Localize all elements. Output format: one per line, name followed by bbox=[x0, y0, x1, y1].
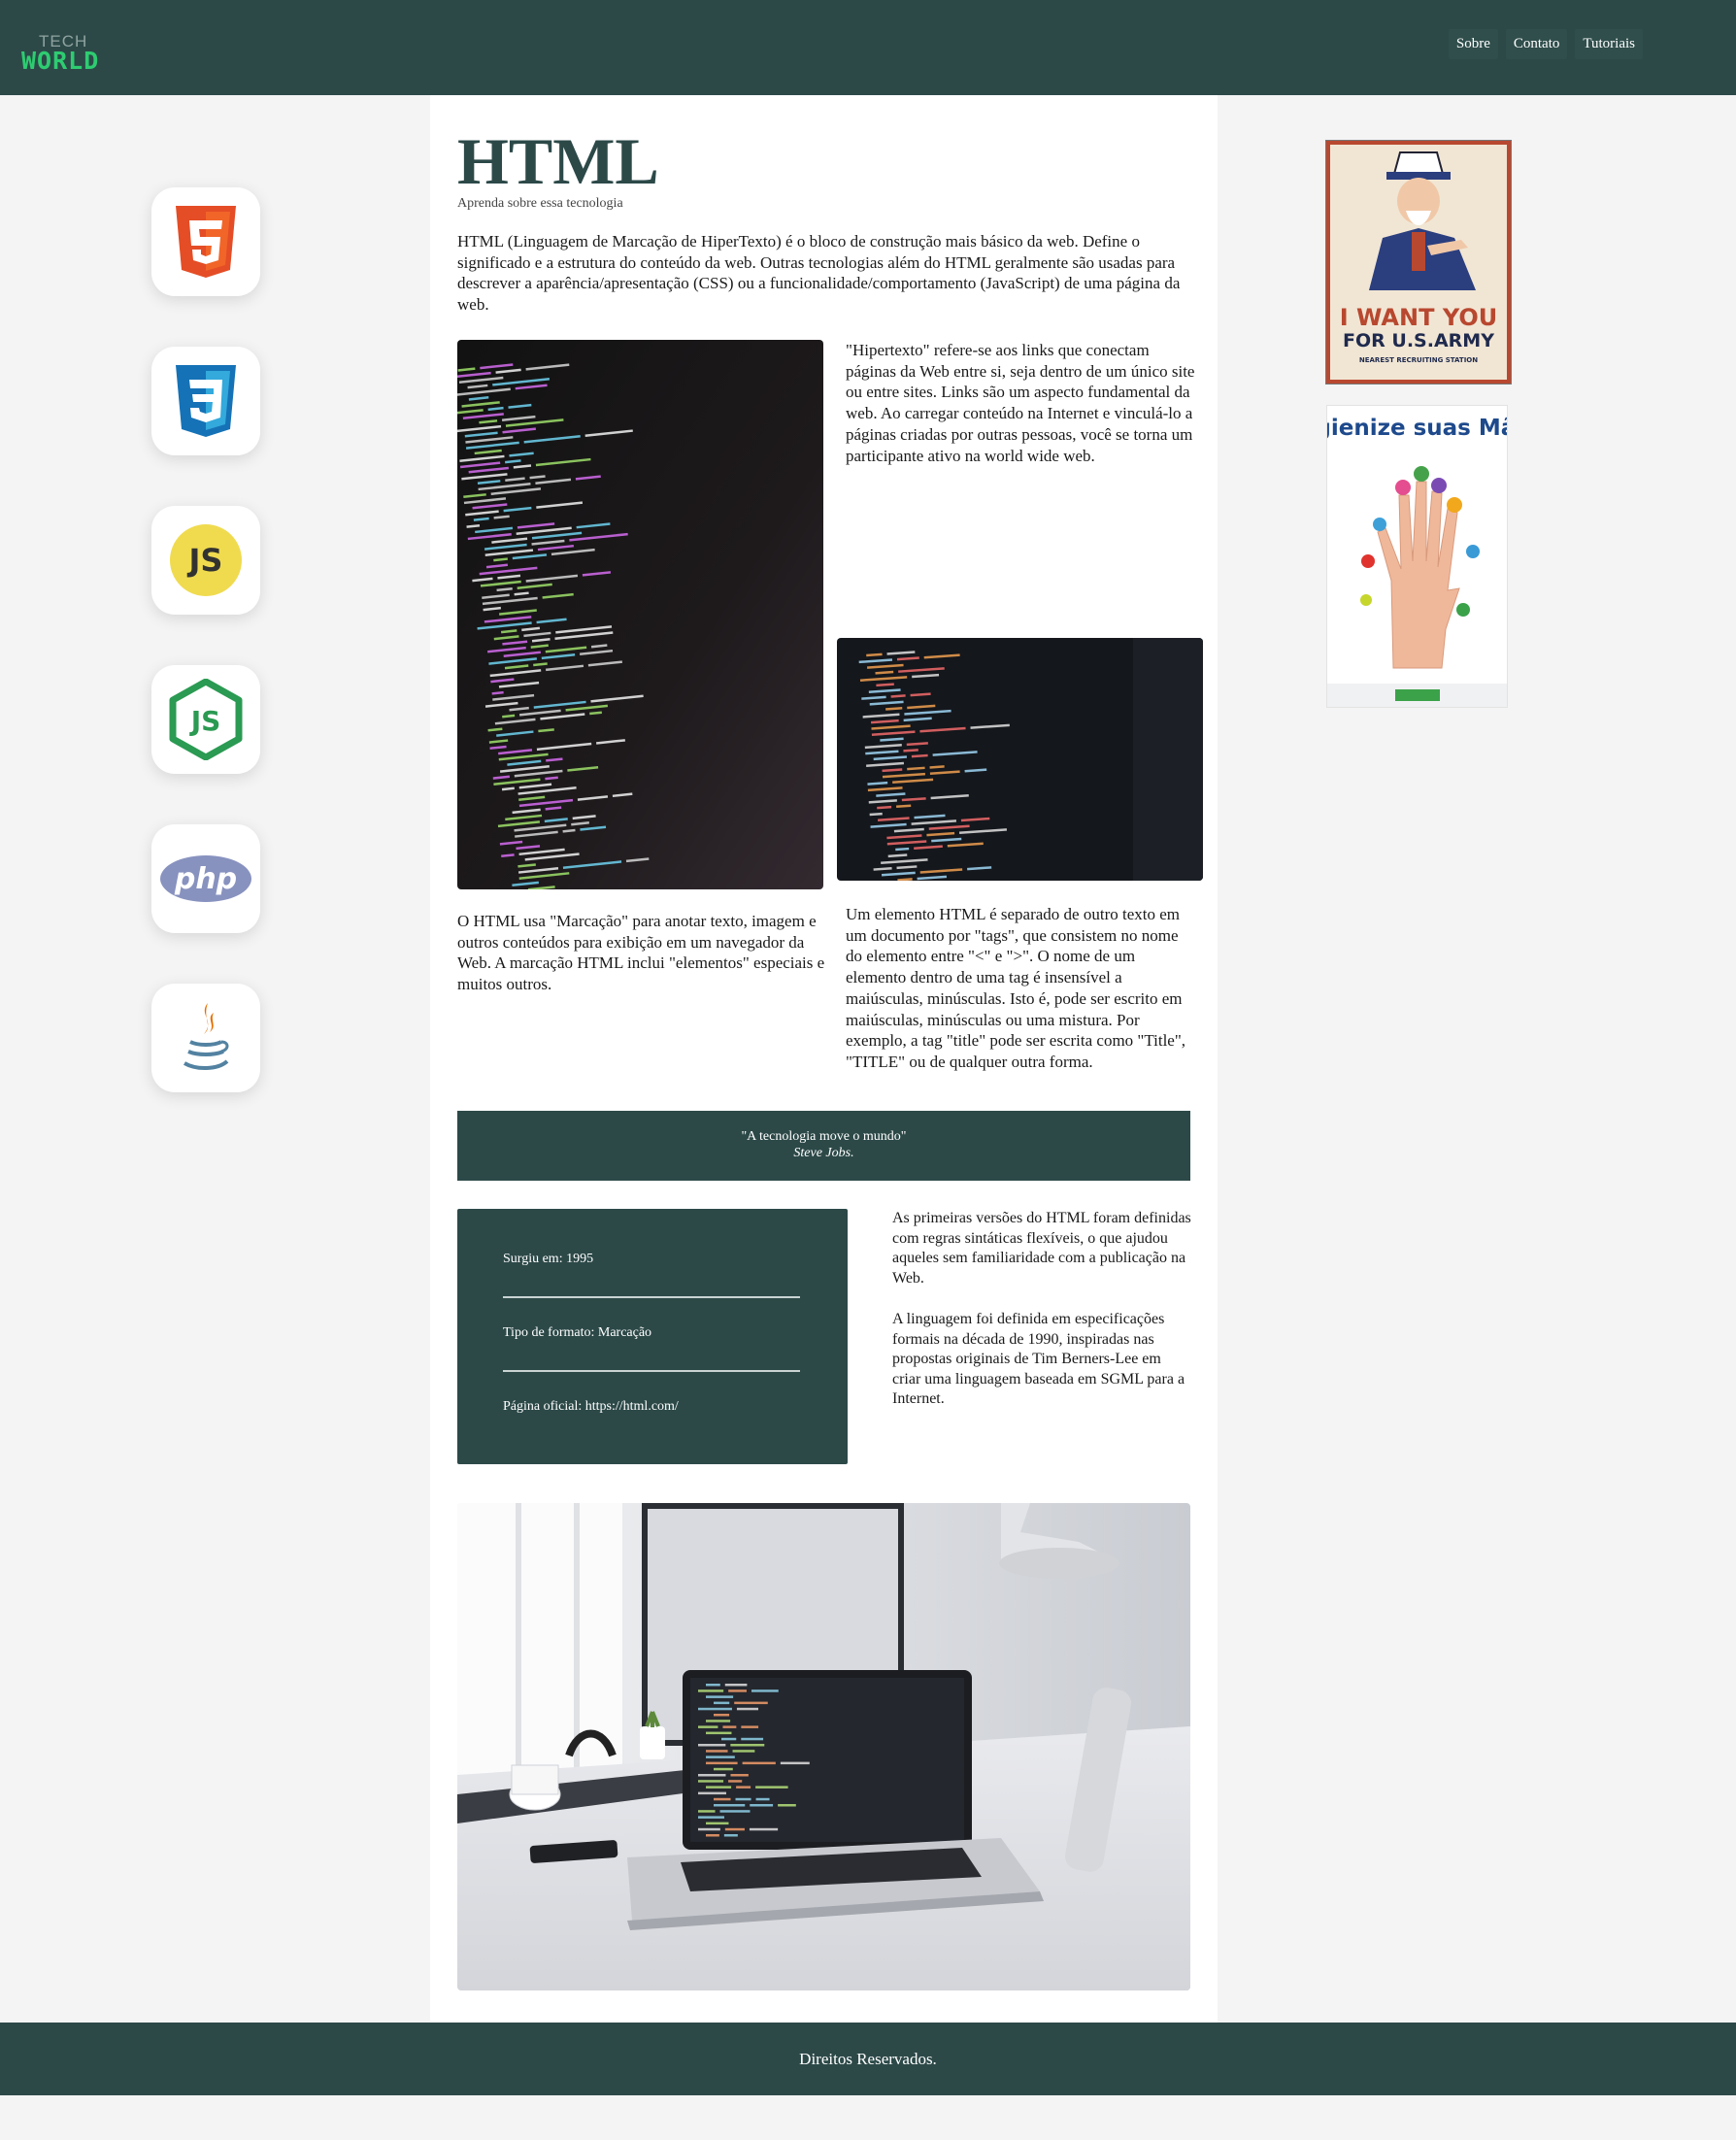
site-logo[interactable]: TECH WORLD bbox=[21, 33, 99, 73]
nav-link-sobre[interactable]: Sobre bbox=[1448, 29, 1498, 59]
uncle-sam-illustration: I WANT YOU FOR U.S.ARMY NEAREST RECRUITI… bbox=[1330, 145, 1507, 380]
hypertext-paragraph: "Hipertexto" refere-se aos links que con… bbox=[846, 341, 1195, 465]
fact-official-page[interactable]: Página oficial: https://html.com/ bbox=[503, 1399, 679, 1415]
javascript-tile[interactable]: JS bbox=[151, 506, 260, 615]
css3-tile[interactable] bbox=[151, 347, 260, 455]
page-title: HTML bbox=[457, 124, 659, 198]
element-paragraph: Um elemento HTML é separado de outro tex… bbox=[846, 905, 1186, 1071]
hand-hygiene-ad[interactable]: Higienize suas Mãos bbox=[1288, 405, 1545, 708]
php-tile[interactable]: php bbox=[151, 824, 260, 933]
html5-tile[interactable] bbox=[151, 187, 260, 296]
svg-text:JS: JS bbox=[189, 705, 221, 737]
fact-created: Surgiu em: 1995 bbox=[503, 1252, 594, 1266]
main-content: HTML Aprenda sobre essa tecnologia HTML … bbox=[430, 95, 1218, 2023]
fact-divider bbox=[503, 1370, 800, 1372]
nav-link-contato[interactable]: Contato bbox=[1505, 29, 1568, 59]
javascript-logo-icon: JS bbox=[170, 524, 242, 596]
nav-link-tutoriais[interactable]: Tutoriais bbox=[1575, 29, 1643, 59]
php-logo-icon: php bbox=[160, 855, 251, 902]
site-footer: Direitos Reservados. bbox=[0, 2023, 1736, 2095]
markup-paragraph: O HTML usa "Marcação" para anotar texto,… bbox=[457, 912, 825, 994]
quote-author: Steve Jobs. bbox=[793, 1146, 854, 1160]
army-poster-caption: NEAREST RECRUITING STATION bbox=[1359, 356, 1478, 364]
fact-format: Tipo de formato: Marcação bbox=[503, 1325, 652, 1340]
nodejs-logo-icon: JS bbox=[169, 679, 243, 760]
quote-box: "A tecnologia move o mundo" Steve Jobs. bbox=[457, 1111, 1190, 1181]
html5-logo-icon bbox=[176, 206, 236, 278]
code-image-large bbox=[457, 340, 823, 889]
intro-paragraph: HTML (Linguagem de Marcação de HiperText… bbox=[457, 232, 1181, 314]
fact-divider bbox=[503, 1296, 800, 1298]
svg-text:php: php bbox=[174, 862, 237, 896]
army-poster-ad[interactable]: I WANT YOU FOR U.S.ARMY NEAREST RECRUITI… bbox=[1325, 140, 1512, 385]
history-paragraph-2: A linguagem foi definida em especificaçõ… bbox=[892, 1311, 1185, 1408]
hand-germs-illustration: Higienize suas Mãos bbox=[1288, 406, 1545, 707]
army-poster-subheadline: FOR U.S.ARMY bbox=[1343, 330, 1494, 351]
java-tile[interactable] bbox=[151, 984, 260, 1092]
site-header: TECH WORLD Sobre Contato Tutoriais bbox=[0, 0, 1736, 95]
logo-world-text: WORLD bbox=[21, 47, 100, 75]
footer-copyright: Direitos Reservados. bbox=[799, 2050, 937, 2068]
facts-card: Surgiu em: 1995 Tipo de formato: Marcaçã… bbox=[457, 1209, 848, 1464]
main-nav: Sobre Contato Tutoriais bbox=[1448, 29, 1643, 59]
history-paragraph-1: As primeiras versões do HTML foram defin… bbox=[892, 1210, 1191, 1287]
java-logo-icon bbox=[183, 1003, 229, 1070]
quote-text: "A tecnologia move o mundo" bbox=[741, 1129, 907, 1144]
svg-text:JS: JS bbox=[187, 542, 223, 579]
hygiene-ad-title: Higienize suas Mãos bbox=[1327, 416, 1507, 441]
army-poster-headline: I WANT YOU bbox=[1340, 304, 1497, 331]
nodejs-tile[interactable]: JS bbox=[151, 665, 260, 774]
laptop-desk-photo bbox=[457, 1503, 1190, 1990]
css3-logo-icon bbox=[176, 365, 236, 437]
page-subtitle: Aprenda sobre essa tecnologia bbox=[457, 196, 623, 211]
code-image-small bbox=[837, 638, 1203, 881]
